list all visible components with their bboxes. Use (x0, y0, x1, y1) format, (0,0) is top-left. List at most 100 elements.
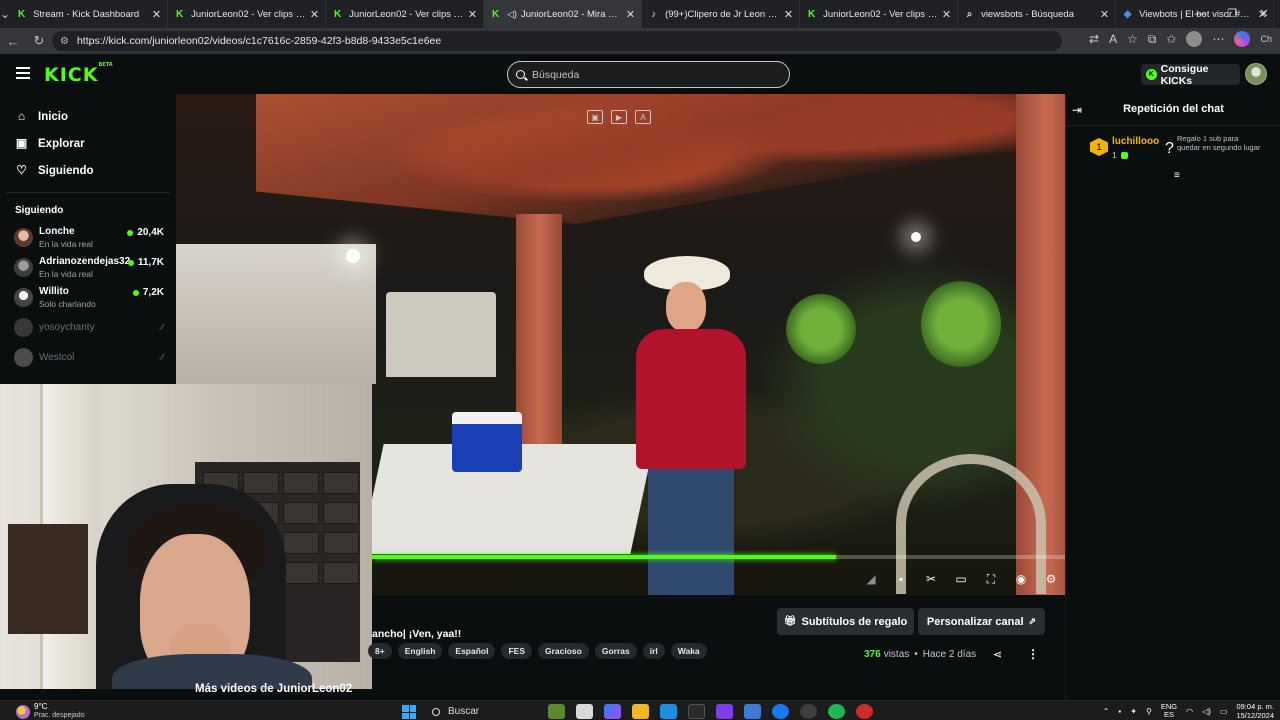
taskbar-search[interactable]: Buscar (428, 703, 538, 720)
store-icon[interactable] (688, 704, 705, 719)
task-view-icon[interactable] (576, 704, 593, 719)
browser-tab[interactable]: K Stream - Kick Dashboard ✕ (10, 0, 169, 28)
minimize-icon[interactable]: — (1184, 0, 1216, 28)
favorites-icon[interactable]: ✩ (1166, 32, 1176, 46)
tag-chip[interactable]: irl (642, 643, 665, 659)
system-clock[interactable]: 09:04 p. m. 15/12/2024 (1236, 702, 1274, 720)
edge-icon[interactable] (660, 704, 677, 719)
browser-tab[interactable]: K JuniorLeon02 - Ver clips en Kick ✕ (326, 0, 485, 28)
tray-expand-icon[interactable]: ⌃ (1103, 707, 1110, 716)
read-aloud-icon[interactable]: A (1109, 32, 1117, 46)
app-icon[interactable] (548, 704, 565, 719)
tray-app-icon[interactable]: ▪ (1118, 707, 1121, 716)
weather-widget[interactable]: 9°C Prac. despejado (16, 703, 85, 720)
app-icon[interactable] (800, 704, 817, 719)
microphone-icon[interactable]: ⚲ (1146, 707, 1152, 716)
hamburger-menu-icon[interactable] (16, 67, 30, 79)
back-icon[interactable]: ← (0, 34, 26, 49)
close-tab-icon[interactable]: ✕ (626, 8, 635, 21)
site-info-icon[interactable]: ⚙ (60, 36, 69, 47)
tag-chip[interactable]: Waka (670, 643, 707, 659)
copilot-app-icon[interactable] (604, 704, 621, 719)
following-section-title: Siguiendo (15, 205, 64, 216)
battery-icon[interactable]: ▭ (1220, 707, 1228, 716)
search-input[interactable]: Búsqueda (507, 61, 790, 88)
tag-chip[interactable]: English (397, 643, 443, 659)
profile-label[interactable]: Ch (1260, 34, 1272, 44)
tag-chip[interactable]: Español (448, 643, 496, 659)
tag-chip[interactable]: Gracioso (538, 643, 589, 659)
file-explorer-icon[interactable] (632, 704, 649, 719)
nav-inicio[interactable]: ⌂ Inicio (0, 103, 176, 130)
favorite-star-icon[interactable]: ☆ (1127, 32, 1138, 46)
miniplayer-icon[interactable]: ▪ (892, 571, 910, 587)
expand-pinned-icon[interactable]: ≡ (1174, 170, 1180, 181)
wifi-icon[interactable]: ◠ (1186, 707, 1193, 716)
user-avatar[interactable] (1245, 63, 1267, 85)
share-icon[interactable]: ⋖ (993, 648, 1002, 661)
gift-subs-button[interactable]: 🎁︎ Subtítulos de regalo (777, 608, 914, 635)
close-tab-icon[interactable]: ✕ (1100, 8, 1109, 21)
close-tab-icon[interactable]: ✕ (310, 8, 319, 21)
following-item-yosoychanty[interactable]: yosoychanty ⁄⁄ (0, 312, 176, 342)
close-tab-icon[interactable]: ✕ (152, 8, 161, 21)
settings-gear-icon[interactable]: ⚙ (1042, 571, 1060, 587)
fullscreen-icon[interactable]: ⛶ (982, 571, 1000, 587)
tag-chip[interactable]: 8+ (368, 643, 392, 659)
following-item-lonche[interactable]: Lonche En la vida real 20,4K (0, 222, 176, 252)
customize-channel-button[interactable]: Personalizar canal ⇗ (918, 608, 1045, 635)
tag-chip[interactable]: Gorras (594, 643, 637, 659)
screen-capture-icon[interactable]: ▶ (611, 110, 627, 124)
picture-in-picture-icon[interactable]: ▣ (587, 110, 603, 124)
get-kicks-button[interactable]: K Consigue KICKs (1141, 63, 1240, 87)
clip-icon[interactable]: ✂ (922, 571, 940, 587)
url-field[interactable]: ⚙ https://kick.com/juniorleon02/videos/c… (52, 31, 1062, 51)
nav-explorar[interactable]: ▣ Explorar (0, 130, 176, 157)
following-item-willito[interactable]: Willito Solo charlando 7,2K (0, 282, 176, 312)
tab-search-menu-icon[interactable]: ⌄ (0, 0, 10, 28)
close-tab-icon[interactable]: ✕ (942, 8, 951, 21)
close-window-icon[interactable]: ✕ (1248, 0, 1280, 28)
video-progress-bar[interactable] (372, 555, 1065, 559)
extensions-icon[interactable]: ⧉ (1148, 32, 1157, 47)
spotify-icon[interactable] (828, 704, 845, 719)
audio-playing-icon[interactable]: ◁) (507, 9, 517, 20)
windows-start-icon[interactable] (402, 705, 416, 719)
copilot-icon[interactable] (1234, 31, 1251, 47)
app-icon[interactable] (856, 704, 873, 719)
playback-speed-icon[interactable]: ◉ (1012, 571, 1030, 587)
browser-tab[interactable]: K JuniorLeon02 - Ver clips en Kick ✕ (800, 0, 959, 28)
language-indicator[interactable]: ENG ES (1161, 703, 1177, 719)
following-item-westcol[interactable]: Westcol ⁄⁄ (0, 342, 176, 372)
maximize-icon[interactable]: ❐ (1216, 0, 1248, 28)
browser-tab[interactable]: K JuniorLeon02 - Ver clips en Kick ✕ (168, 0, 327, 28)
theater-mode-icon[interactable]: ▭ (952, 571, 970, 587)
kick-logo[interactable]: KICKBETA (44, 62, 113, 86)
nav-siguiendo[interactable]: ♡ Siguiendo (0, 157, 176, 184)
volume-tray-icon[interactable]: ◁) (1202, 707, 1211, 716)
close-tab-icon[interactable]: ✕ (784, 8, 793, 21)
browser-tab[interactable]: ♪ (99+)Clipero de Jr Leon (@clipero) ✕ (642, 0, 801, 28)
video-scene-tree (786, 294, 856, 364)
more-menu-icon[interactable]: ⋯ (1212, 32, 1224, 46)
following-item-adrianozendejas32[interactable]: Adrianozendejas32 En la vida real 11,7K (0, 252, 176, 282)
volume-icon[interactable]: ◢ (862, 571, 880, 587)
translate-icon[interactable]: ⇄ (1089, 32, 1099, 46)
facebook-icon[interactable] (772, 704, 789, 719)
browser-tab[interactable]: K ◁)JuniorLeon02 - Mira el VOD ✕ (484, 0, 643, 28)
sub-badge-icon (1120, 151, 1128, 159)
translate-overlay-icon[interactable]: A (635, 110, 651, 124)
more-options-icon[interactable]: ⋮ (1027, 647, 1039, 661)
app-icon[interactable] (744, 704, 761, 719)
gifter-username[interactable]: luchillooo (1112, 136, 1159, 147)
close-tab-icon[interactable]: ✕ (468, 8, 477, 21)
tray-app-icon[interactable]: ✦ (1130, 707, 1137, 716)
video-scene-tree (921, 279, 1001, 369)
browser-tab[interactable]: ⌕ viewsbots - Búsqueda ✕ (958, 0, 1117, 28)
reload-icon[interactable]: ↻ (26, 33, 52, 49)
app-icon[interactable] (716, 704, 733, 719)
tag-chip[interactable]: FES (501, 643, 532, 659)
info-icon[interactable]: ? (1165, 140, 1174, 158)
profile-avatar[interactable] (1186, 31, 1203, 47)
collapse-chat-icon[interactable]: ⇥ (1072, 103, 1086, 117)
